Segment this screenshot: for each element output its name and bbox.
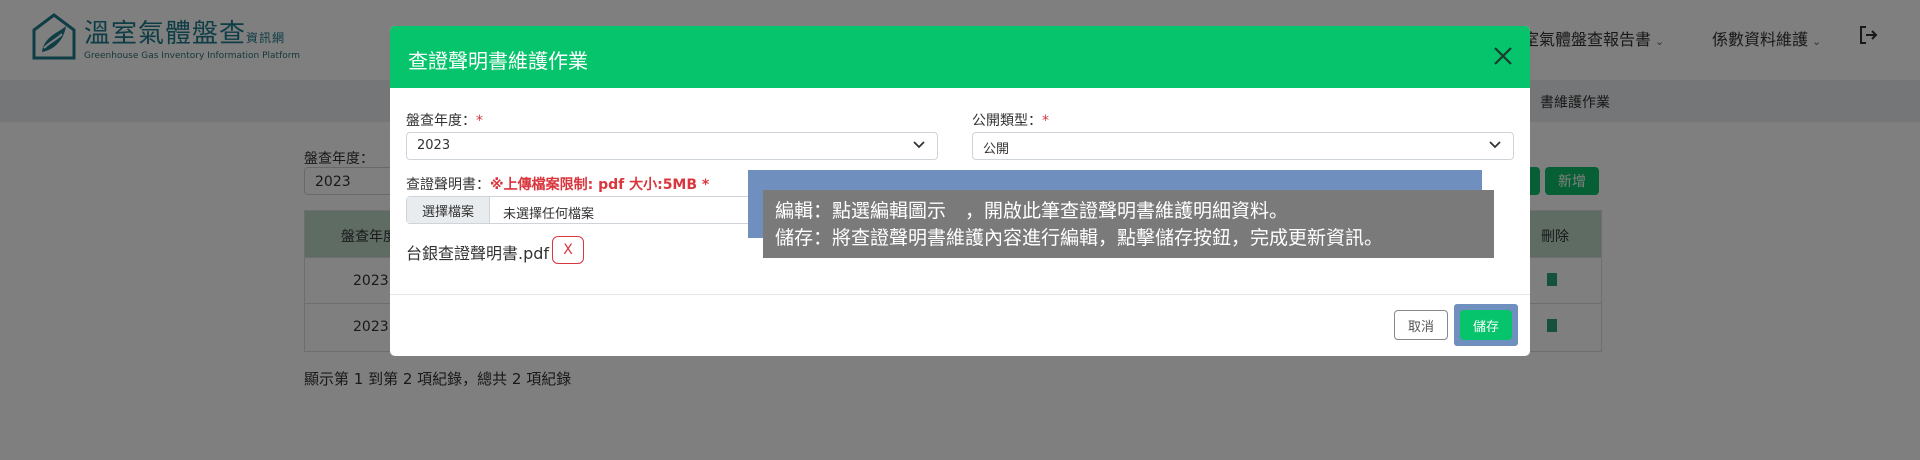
cancel-button[interactable]: 取消 [1394, 310, 1448, 340]
close-icon[interactable] [1490, 43, 1516, 69]
save-button[interactable]: 儲存 [1460, 310, 1512, 340]
uploaded-file-name[interactable]: 台銀查證聲明書.pdf [406, 240, 549, 264]
year-label: 盤查年度：* [406, 113, 483, 129]
type-select[interactable]: 公開 [972, 132, 1514, 160]
modal-title: 查證聲明書維護作業 [408, 49, 588, 73]
year-select[interactable]: 2023 [406, 132, 938, 160]
modal-header: 查證聲明書維護作業 [390, 26, 1530, 88]
tutorial-tooltip: 編輯：點選編輯圖示 ，開啟此筆查證聲明書維護明細資料。 儲存：將查證聲明書維護內… [763, 190, 1494, 258]
cert-label: 查證聲明書：※上傳檔案限制: pdf 大小:5MB * [406, 177, 710, 193]
modal-divider [390, 294, 1530, 295]
chevron-down-icon [1489, 141, 1501, 149]
type-label: 公開類型：* [972, 113, 1049, 129]
file-input[interactable]: 選擇檔案 未選擇任何檔案 [406, 196, 776, 224]
file-status: 未選擇任何檔案 [503, 207, 595, 222]
chevron-down-icon [913, 141, 925, 149]
delete-file-button[interactable]: X [552, 236, 584, 264]
tooltip-line-edit: 編輯：點選編輯圖示 ，開啟此筆查證聲明書維護明細資料。 [775, 200, 1289, 222]
choose-file-button[interactable]: 選擇檔案 [407, 197, 490, 223]
tooltip-line-save: 儲存：將查證聲明書維護內容進行編輯，點擊儲存按鈕，完成更新資訊。 [775, 227, 1384, 249]
